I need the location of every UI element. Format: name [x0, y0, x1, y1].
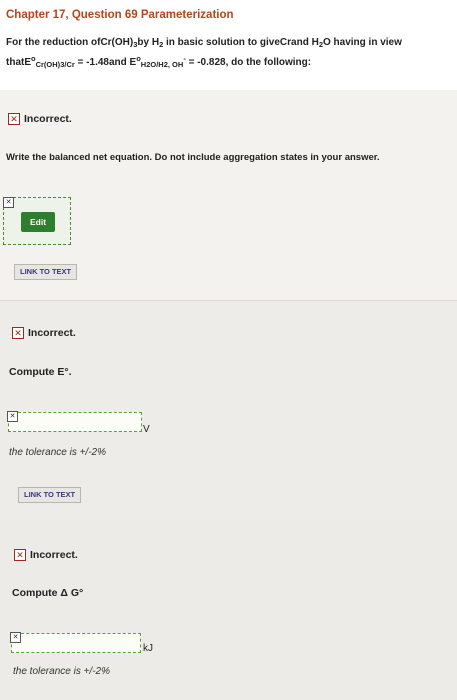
delta-g-input[interactable]: ✕	[10, 632, 141, 653]
part-3-status-label: Incorrect.	[30, 549, 78, 561]
unit-label-kilojoules: kJ	[143, 643, 153, 654]
question-title: Chapter 17, Question 69 Parameterization	[6, 9, 234, 21]
e-standard-input[interactable]: ✕	[7, 411, 142, 432]
equation-editor[interactable]: ✕ Edit	[3, 197, 71, 245]
incorrect-icon: ✕	[12, 327, 24, 339]
part-3-prompt: Compute Δ G°	[12, 587, 84, 599]
link-to-text-button[interactable]: LINK TO TEXT	[18, 487, 82, 503]
question-header: Chapter 17, Question 69 Parameterization…	[0, 0, 457, 91]
part-2-tolerance: the tolerance is +/-2%	[9, 447, 106, 458]
incorrect-icon: ✕	[8, 113, 20, 125]
clear-icon[interactable]: ✕	[7, 411, 18, 422]
part-3-status: ✕ Incorrect.	[14, 549, 78, 561]
part-2-prompt: Compute E°.	[9, 366, 72, 378]
part-2-status: ✕ Incorrect.	[12, 327, 76, 339]
clear-icon[interactable]: ✕	[3, 197, 14, 208]
incorrect-icon: ✕	[14, 549, 26, 561]
part-3-tolerance: the tolerance is +/-2%	[13, 666, 110, 677]
part-1-prompt: Write the balanced net equation. Do not …	[6, 152, 380, 163]
problem-statement: For the reduction ofCr(OH)3by H2 in basi…	[6, 37, 402, 69]
edit-button[interactable]: Edit	[21, 212, 55, 232]
unit-label-volts: V	[143, 424, 150, 435]
clear-icon[interactable]: ✕	[10, 632, 21, 643]
part-1-status-label: Incorrect.	[24, 113, 72, 125]
part-1-status: ✕ Incorrect.	[8, 113, 72, 125]
part-2-status-label: Incorrect.	[28, 327, 76, 339]
link-to-text-button[interactable]: LINK TO TEXT	[14, 264, 78, 280]
